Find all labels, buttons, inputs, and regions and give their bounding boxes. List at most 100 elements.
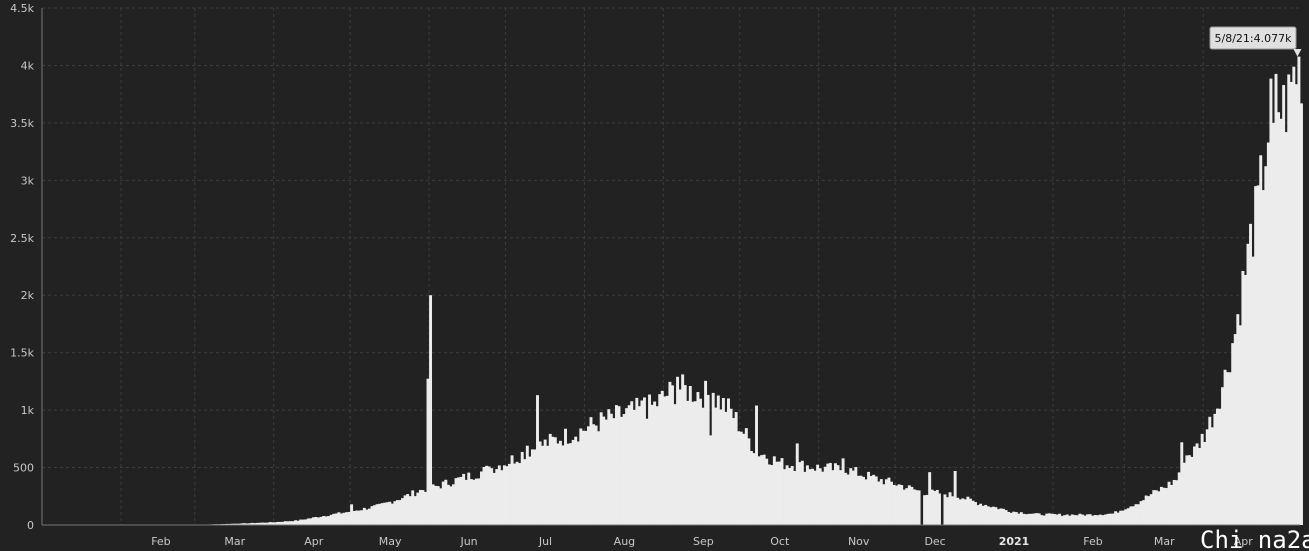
bar: [355, 510, 359, 525]
bar: [808, 469, 812, 525]
bar: [859, 475, 863, 525]
bar: [632, 409, 636, 525]
bar: [918, 490, 921, 525]
bar: [1014, 512, 1018, 525]
bar: [719, 409, 723, 525]
bar: [403, 495, 407, 525]
bar: [1200, 433, 1204, 525]
bar: [492, 472, 496, 525]
bar: [986, 506, 990, 525]
bar: [974, 502, 977, 525]
bar: [851, 470, 855, 525]
bar: [887, 477, 891, 525]
bar: [747, 438, 751, 525]
bar: [994, 507, 998, 525]
bar: [869, 475, 873, 525]
bar: [1162, 487, 1166, 525]
bar: [907, 485, 911, 525]
bar: [678, 389, 682, 525]
bar: [1241, 270, 1245, 525]
bar: [365, 509, 369, 525]
bar: [760, 455, 764, 525]
bar: [831, 470, 835, 525]
bar: [482, 467, 486, 525]
bar: [1063, 515, 1067, 525]
bar: [1070, 514, 1074, 525]
bar: [968, 498, 972, 525]
bar: [421, 490, 425, 525]
bar: [813, 470, 817, 525]
bar: [767, 464, 771, 525]
bar: [742, 433, 746, 525]
bar: [487, 466, 491, 525]
bar: [480, 471, 483, 525]
bar: [1050, 513, 1054, 525]
bar: [418, 489, 422, 525]
bar: [749, 451, 753, 525]
bar: [854, 467, 858, 525]
bar: [286, 521, 290, 525]
bar: [1088, 514, 1092, 525]
bar: [1137, 504, 1140, 525]
bar: [449, 486, 453, 525]
bar: [724, 411, 728, 525]
bar: [923, 495, 927, 525]
bar: [385, 502, 389, 525]
bar: [826, 463, 830, 525]
bar: [581, 430, 585, 525]
bar: [892, 484, 896, 525]
bar: [1109, 513, 1112, 525]
bar: [1198, 448, 1202, 525]
bar: [1157, 491, 1161, 525]
bar: [688, 385, 692, 525]
bar: [370, 506, 374, 525]
bar: [345, 512, 348, 525]
bar: [683, 385, 687, 525]
bar: [416, 492, 420, 525]
bar: [373, 505, 376, 525]
bar: [1210, 427, 1214, 525]
x-tick-label: Mar: [1154, 535, 1175, 548]
bar: [1236, 314, 1240, 525]
bar: [1098, 514, 1102, 525]
bar: [309, 518, 313, 525]
bar: [925, 494, 929, 525]
bar: [533, 449, 537, 525]
bar: [890, 481, 893, 525]
bar: [704, 380, 708, 525]
bar: [716, 395, 720, 525]
bar: [709, 435, 713, 525]
bar: [788, 468, 792, 525]
bar: [1101, 515, 1105, 525]
bar: [673, 404, 677, 525]
bar: [930, 489, 934, 525]
chart-container: 0 500 1k 1.5k 2k 2.5k 3k 3.5k 4k 4.5k Feb Mar Apr May…: [0, 0, 1309, 551]
bar: [984, 504, 988, 525]
bar: [844, 472, 848, 525]
bar: [946, 497, 949, 525]
bar: [1254, 186, 1258, 525]
bar: [1106, 513, 1110, 525]
bar: [1004, 510, 1008, 525]
x-tick-label: Jul: [538, 535, 552, 548]
bar: [1269, 78, 1273, 525]
bar: [508, 463, 511, 525]
bar: [803, 471, 807, 525]
bar: [1223, 369, 1227, 525]
bar: [620, 416, 624, 525]
bar: [441, 481, 445, 525]
bar: [1205, 429, 1209, 525]
bar: [905, 488, 909, 525]
x-tick-label: Feb: [151, 535, 170, 548]
bar: [1124, 509, 1128, 525]
bar: [536, 395, 539, 525]
bar: [1243, 275, 1247, 525]
bar: [459, 476, 463, 525]
bar: [963, 499, 967, 525]
bar: [322, 516, 326, 525]
bar: [1300, 103, 1303, 525]
bar: [734, 412, 738, 525]
bar: [390, 503, 394, 525]
bar: [714, 407, 718, 525]
bar: [996, 509, 1000, 525]
